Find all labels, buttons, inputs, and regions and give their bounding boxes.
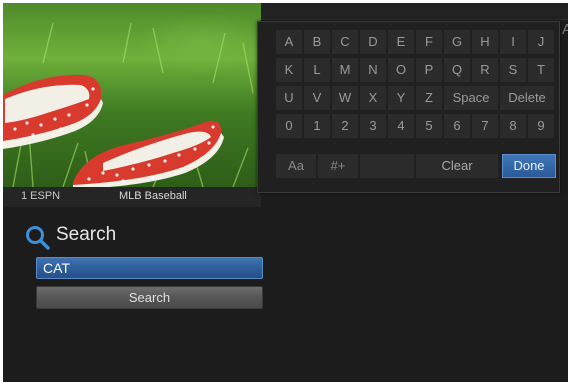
key-0[interactable]: 0 xyxy=(276,114,302,138)
blank-key xyxy=(360,154,414,178)
search-title: Search xyxy=(56,224,117,245)
channel-info-bar: 1 ESPN MLB Baseball xyxy=(3,187,261,207)
key-6[interactable]: 6 xyxy=(444,114,470,138)
top-strip: A xyxy=(261,3,568,38)
key-t[interactable]: T xyxy=(528,58,554,82)
search-icon xyxy=(26,226,50,250)
symbols-toggle-key[interactable]: #+ xyxy=(318,154,358,178)
key-y[interactable]: Y xyxy=(388,86,414,110)
key-1[interactable]: 1 xyxy=(304,114,330,138)
clear-key[interactable]: Clear xyxy=(416,154,498,178)
key-r[interactable]: R xyxy=(472,58,498,82)
key-5[interactable]: 5 xyxy=(416,114,442,138)
key-a[interactable]: A xyxy=(276,30,302,54)
channel-number: 1 ESPN xyxy=(21,190,61,202)
tv-screen: A 1 ESPN MLB Baseball Search CAT Search … xyxy=(3,3,568,382)
video-preview xyxy=(3,3,261,187)
key-2[interactable]: 2 xyxy=(332,114,358,138)
key-l[interactable]: L xyxy=(304,58,330,82)
key-b[interactable]: B xyxy=(304,30,330,54)
key-k[interactable]: K xyxy=(276,58,302,82)
key-m[interactable]: M xyxy=(332,58,358,82)
key-q[interactable]: Q xyxy=(444,58,470,82)
key-9[interactable]: 9 xyxy=(528,114,554,138)
key-u[interactable]: U xyxy=(276,86,302,110)
key-4[interactable]: 4 xyxy=(388,114,414,138)
case-toggle-key[interactable]: Aa xyxy=(276,154,316,178)
key-c[interactable]: C xyxy=(332,30,358,54)
done-key[interactable]: Done xyxy=(502,154,556,178)
key-e[interactable]: E xyxy=(388,30,414,54)
key-g[interactable]: G xyxy=(444,30,470,54)
key-8[interactable]: 8 xyxy=(500,114,526,138)
key-delete[interactable]: Delete xyxy=(500,86,554,110)
key-n[interactable]: N xyxy=(360,58,386,82)
key-x[interactable]: X xyxy=(360,86,386,110)
key-d[interactable]: D xyxy=(360,30,386,54)
key-s[interactable]: S xyxy=(500,58,526,82)
program-title: MLB Baseball xyxy=(119,190,187,202)
key-7[interactable]: 7 xyxy=(472,114,498,138)
key-o[interactable]: O xyxy=(388,58,414,82)
key-z[interactable]: Z xyxy=(416,86,442,110)
search-button[interactable]: Search xyxy=(36,286,263,309)
key-f[interactable]: F xyxy=(416,30,442,54)
key-p[interactable]: P xyxy=(416,58,442,82)
key-v[interactable]: V xyxy=(304,86,330,110)
cut-off-glyph: A xyxy=(561,21,568,38)
key-h[interactable]: H xyxy=(472,30,498,54)
key-3[interactable]: 3 xyxy=(360,114,386,138)
key-w[interactable]: W xyxy=(332,86,358,110)
key-space[interactable]: Space xyxy=(444,86,498,110)
key-j[interactable]: J xyxy=(528,30,554,54)
search-input[interactable]: CAT xyxy=(36,257,263,279)
key-i[interactable]: I xyxy=(500,30,526,54)
shoes-on-grass-image xyxy=(3,22,254,187)
onscreen-keyboard: A B C D E F G H I J K L M N O P Q R S T … xyxy=(257,21,560,193)
